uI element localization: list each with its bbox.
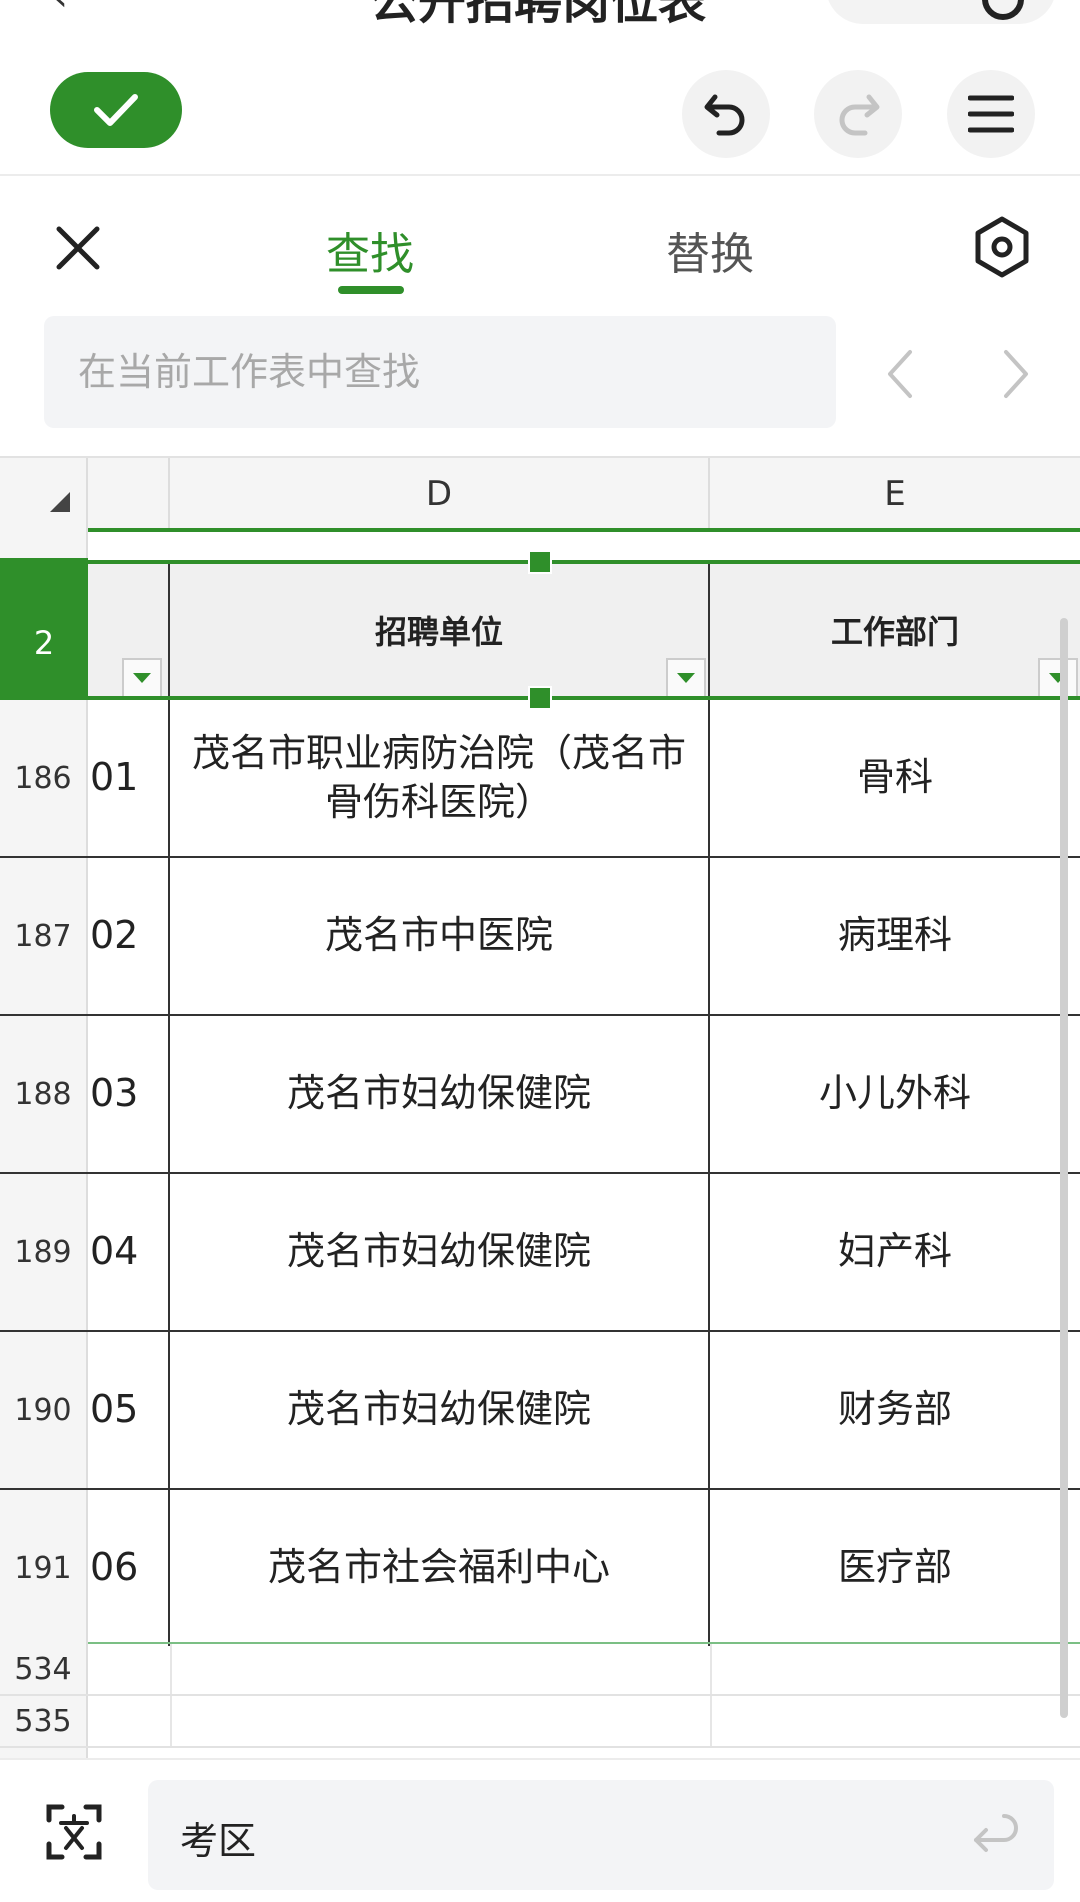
cell-code[interactable]: 01	[88, 700, 170, 856]
table-row[interactable]: 188 03 茂名市妇幼保健院 小儿外科	[0, 1016, 1080, 1174]
header-cell-department[interactable]: 工作部门	[710, 562, 1080, 698]
frozen-pane-line	[88, 528, 1080, 532]
menu-icon	[968, 95, 1014, 133]
cell-code[interactable]: 02	[88, 858, 170, 1014]
search-input[interactable]	[44, 316, 836, 428]
text-scan-icon	[46, 1804, 102, 1860]
cell-content-box[interactable]: 考区	[148, 1780, 1054, 1890]
text-recognition-button[interactable]	[46, 1804, 102, 1860]
filter-button-c[interactable]	[122, 658, 162, 698]
row-number[interactable]: 190	[0, 1332, 88, 1488]
row-number[interactable]: 187	[0, 858, 88, 1014]
previous-match-button[interactable]	[880, 344, 920, 404]
chevron-left-icon	[888, 350, 912, 398]
top-title-strip: ‹ 公开招聘岗位表	[0, 0, 1080, 30]
row-number[interactable]: 191	[0, 1490, 88, 1646]
chevron-right-icon	[1004, 350, 1028, 398]
confirm-button[interactable]	[50, 72, 182, 148]
cell-recruiting-unit[interactable]: 茂名市妇幼保健院	[170, 1016, 710, 1172]
row-number[interactable]: 534	[0, 1644, 88, 1694]
select-all-triangle-icon	[50, 492, 70, 512]
row-number[interactable]: 188	[0, 1016, 88, 1172]
find-replace-panel: 查找 替换	[0, 176, 1080, 458]
tab-replace[interactable]: 替换	[666, 218, 754, 282]
row-number[interactable]: 189	[0, 1174, 88, 1330]
cell-recruiting-unit[interactable]: 茂名市职业病防治院（茂名市骨伤科医院）	[170, 700, 710, 856]
cell-code[interactable]: 06	[88, 1490, 170, 1646]
column-header-c[interactable]	[88, 458, 170, 530]
column-header-e[interactable]: E	[710, 458, 1080, 530]
selection-handle-top[interactable]	[528, 550, 552, 574]
filter-dropdown-icon	[133, 673, 151, 683]
cell-content-text[interactable]: 考区	[180, 1810, 256, 1865]
redo-icon	[839, 94, 880, 136]
undo-icon	[704, 94, 745, 136]
vertical-scrollbar[interactable]	[1060, 618, 1068, 1718]
cell-recruiting-unit[interactable]: 茂名市妇幼保健院	[170, 1174, 710, 1330]
back-icon[interactable]: ‹	[52, 0, 68, 20]
tab-find[interactable]: 查找	[326, 218, 414, 282]
header-cell-recruiting-unit[interactable]: 招聘单位	[170, 562, 710, 698]
table-row[interactable]: 186 01 茂名市职业病防治院（茂名市骨伤科医院） 骨科	[0, 700, 1080, 858]
cell-department[interactable]: 医疗部	[710, 1490, 1080, 1646]
spreadsheet-grid[interactable]: D E 招聘单位 工作部门 2 186 01 茂名市职业病防治院（茂名市骨伤科医…	[0, 458, 1080, 1758]
row-number[interactable]: 535	[0, 1696, 88, 1746]
cell-recruiting-unit[interactable]: 茂名市社会福利中心	[170, 1490, 710, 1646]
cell-input-bar: 考区	[0, 1758, 1080, 1902]
filter-button-d[interactable]	[666, 658, 706, 698]
cell-department[interactable]: 小儿外科	[710, 1016, 1080, 1172]
table-row[interactable]: 187 02 茂名市中医院 病理科	[0, 858, 1080, 1016]
column-separator	[710, 1696, 712, 1746]
cell-code[interactable]: 05	[88, 1332, 170, 1488]
menu-button[interactable]	[947, 70, 1035, 158]
header-row[interactable]: 招聘单位 工作部门	[88, 562, 1080, 698]
search-box	[44, 316, 836, 428]
cell-code[interactable]: 03	[88, 1016, 170, 1172]
filter-dropdown-icon	[677, 673, 695, 683]
enter-button[interactable]	[968, 1812, 1020, 1860]
column-separator	[710, 1644, 712, 1694]
enter-return-icon	[974, 1814, 1018, 1852]
close-icon	[56, 226, 100, 270]
redo-button[interactable]	[814, 70, 902, 158]
select-all-corner[interactable]	[0, 458, 88, 530]
column-separator	[170, 1644, 172, 1694]
edit-toolbar	[0, 30, 1080, 176]
table-row[interactable]: 191 06 茂名市社会福利中心 医疗部	[0, 1490, 1080, 1648]
next-match-button[interactable]	[996, 344, 1036, 404]
undo-button[interactable]	[682, 70, 770, 158]
cell-recruiting-unit[interactable]: 茂名市中医院	[170, 858, 710, 1014]
column-header-d[interactable]: D	[170, 458, 710, 530]
active-tab-indicator	[338, 286, 404, 294]
filter-button-e[interactable]	[1038, 658, 1078, 698]
cell-department[interactable]: 妇产科	[710, 1174, 1080, 1330]
selected-row-label: 2	[33, 624, 55, 662]
column-header-row: D E	[0, 458, 1080, 530]
column-separator	[170, 1696, 172, 1746]
settings-icon	[975, 216, 1029, 278]
table-row[interactable]: 189 04 茂名市妇幼保健院 妇产科	[0, 1174, 1080, 1332]
check-icon	[94, 94, 138, 126]
table-row[interactable]: 190 05 茂名市妇幼保健院 财务部	[0, 1332, 1080, 1490]
row-number[interactable]: 186	[0, 700, 88, 856]
selection-border-top	[88, 560, 1080, 564]
cell-department[interactable]: 骨科	[710, 700, 1080, 856]
cell-department[interactable]: 财务部	[710, 1332, 1080, 1488]
cell-department[interactable]: 病理科	[710, 858, 1080, 1014]
cell-code[interactable]: 04	[88, 1174, 170, 1330]
table-row[interactable]: 534	[0, 1644, 1080, 1696]
table-row[interactable]: 535	[0, 1696, 1080, 1748]
close-find-button[interactable]	[50, 220, 106, 276]
find-settings-button[interactable]	[972, 214, 1032, 280]
cell-recruiting-unit[interactable]: 茂名市妇幼保健院	[170, 1332, 710, 1488]
window-title: 公开招聘岗位表	[370, 0, 707, 30]
